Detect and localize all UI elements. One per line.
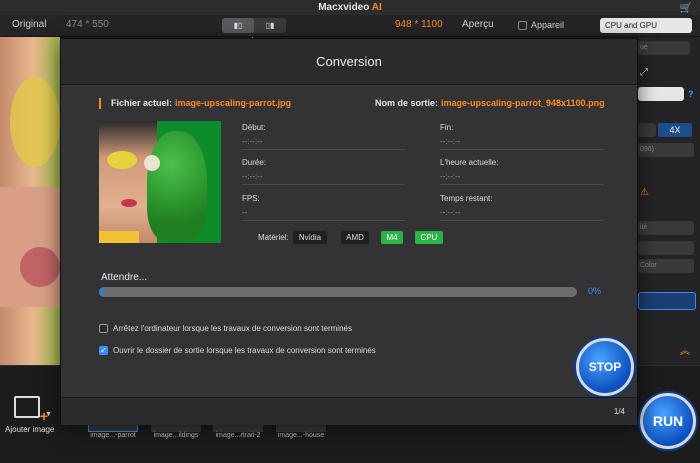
dimension-field[interactable]: 096) [638, 143, 694, 157]
appareil-checkbox[interactable] [518, 21, 527, 30]
debut-label: Début: [242, 123, 266, 132]
warning-icon: ⚠ [640, 187, 649, 198]
progress-percent: 0% [588, 286, 602, 296]
view-mode-toggle[interactable]: ▮▯ ▯▮ [222, 18, 286, 33]
preset-select[interactable] [638, 87, 684, 101]
help-icon[interactable]: ? [688, 89, 698, 99]
add-image-icon[interactable] [14, 396, 48, 424]
split-view-icon[interactable]: ▮▯ [222, 18, 254, 33]
quality-select[interactable]: ité [638, 221, 694, 235]
file-count: 1/4 [613, 407, 625, 416]
fin-value: --:--:-- [440, 137, 461, 146]
accent-bar [99, 98, 101, 109]
app-title: Macxvideo [318, 2, 370, 13]
thumbnail-label[interactable]: image...-parrot [83, 432, 143, 439]
appareil-label: Appareil [531, 20, 565, 30]
materiel-label: Matériel: [258, 233, 289, 242]
title-bar: Macxvideo AI 🛒 [0, 0, 700, 15]
hardware-nvidia: Nvidia [293, 231, 327, 244]
collapse-chevron-icon[interactable]: ︽ [680, 342, 690, 357]
app-title-accent: AI [371, 2, 382, 13]
duree-value: --:--:-- [242, 172, 263, 181]
format-select[interactable] [638, 241, 694, 255]
stop-button[interactable]: STOP [576, 338, 634, 396]
current-time-value: --:--:-- [440, 172, 461, 181]
fin-label: Fin: [440, 123, 454, 132]
dialog-title: Conversion [61, 39, 637, 85]
current-time-label: L'heure actuelle: [440, 158, 499, 167]
preview-image [0, 37, 60, 365]
progress-fill [99, 287, 104, 297]
shutdown-checkbox[interactable] [99, 324, 108, 333]
settings-panel: ue ⤢ ? 4X 096) ⚠ ité Color ︽ [638, 37, 700, 402]
model-select[interactable]: ue [638, 41, 690, 55]
progress-bar [99, 287, 577, 297]
remaining-time-value: --:--:-- [440, 208, 461, 217]
open-folder-checkbox[interactable]: ✓ [99, 346, 108, 355]
remaining-time-label: Temps restant: [440, 194, 493, 203]
run-button[interactable]: RUN [640, 393, 696, 449]
output-folder-button[interactable] [638, 292, 696, 310]
original-label: Original [12, 19, 47, 30]
dialog-footer: 1/4 [61, 397, 637, 425]
shutdown-option-label[interactable]: Arrêtez l'ordinateur lorsque les travaux… [113, 324, 352, 333]
current-file-label: Fichier actuel: [111, 98, 173, 108]
original-size: 474 * 550 [66, 19, 109, 30]
color-select[interactable]: Color [638, 259, 694, 273]
fps-label: FPS: [242, 194, 260, 203]
apercu-label: Aperçu [462, 19, 494, 30]
hardware-cpu: CPU [415, 231, 443, 244]
conversion-dialog: Conversion Fichier actuel: image-upscali… [60, 38, 638, 425]
output-size: 948 * 1100 [395, 19, 443, 30]
open-folder-option-label[interactable]: Ouvrir le dossier de sortie lorsque les … [113, 346, 376, 355]
hardware-m4: M4 [381, 231, 403, 244]
thumbnail-label[interactable]: image...rtrait-2 [208, 432, 268, 439]
add-image-label[interactable]: Ajouter image [5, 425, 54, 434]
side-by-side-icon[interactable]: ▯▮ [254, 18, 286, 33]
duree-label: Durée: [242, 158, 267, 167]
status-label: Attendre... [101, 272, 148, 283]
thumbnail-label[interactable]: image...ildings [146, 432, 206, 439]
scale-2x-button[interactable] [638, 123, 656, 137]
top-toolbar: Original 474 * 550 ▮▯ ▯▮ 948 * 1100 Aper… [0, 15, 700, 37]
cart-icon[interactable]: 🛒 [680, 1, 692, 16]
expand-icon[interactable]: ⤢ [640, 67, 648, 78]
output-file-name: image-upscaling-parrot_948x1100.png [441, 98, 605, 108]
scale-4x-button[interactable]: 4X [658, 123, 692, 137]
processor-select[interactable]: CPU and GPU [600, 18, 692, 33]
dropdown-caret-icon[interactable]: ▼ [45, 411, 52, 418]
thumbnail-label[interactable]: image...-house [271, 432, 331, 439]
hardware-amd: AMD [341, 231, 369, 244]
current-file-thumbnail [99, 121, 221, 243]
output-name-label: Nom de sortie: [375, 98, 439, 108]
fps-value: -- [242, 208, 248, 217]
current-file-name: image-upscaling-parrot.jpg [175, 98, 292, 108]
debut-value: --:--:-- [242, 137, 263, 146]
